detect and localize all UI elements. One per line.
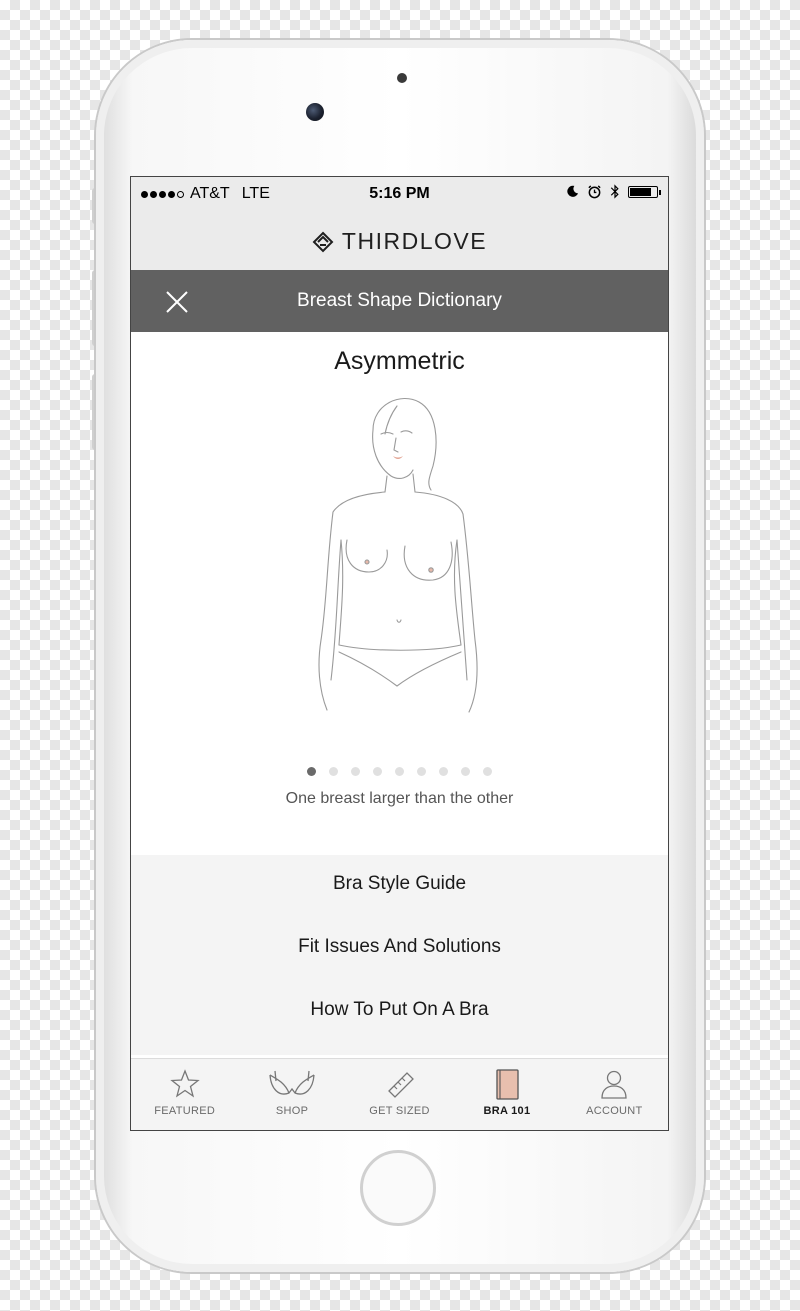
status-icons (566, 184, 661, 199)
bottom-tab-bar: FEATURED SHOP GET SIZED BRA 101 ACCOUNT (131, 1058, 668, 1130)
tab-shop[interactable]: SHOP (238, 1059, 345, 1130)
pager-dot[interactable] (417, 767, 426, 776)
book-icon (496, 1069, 519, 1100)
tab-bra-101-label: BRA 101 (483, 1105, 531, 1117)
page-header: Breast Shape Dictionary (131, 270, 668, 332)
close-icon[interactable] (164, 289, 190, 315)
guide-links: Bra Style Guide Fit Issues And Solutions… (131, 855, 668, 1055)
alarm-icon (588, 185, 601, 199)
pager-dot[interactable] (329, 767, 338, 776)
tab-get-sized-label: GET SIZED (369, 1105, 430, 1117)
breast-shape-illustration (318, 397, 478, 713)
tab-account[interactable]: ACCOUNT (561, 1059, 668, 1130)
star-icon (169, 1069, 200, 1098)
phone-screen: AT&T LTE 5:16 PM THIRDLOVE Breast Shape … (130, 176, 669, 1131)
bluetooth-icon (610, 184, 619, 199)
pager-dot[interactable] (351, 767, 360, 776)
pager-dot[interactable] (439, 767, 448, 776)
tab-shop-label: SHOP (275, 1105, 309, 1117)
status-bar: AT&T LTE 5:16 PM (131, 177, 668, 213)
moon-icon (567, 185, 579, 197)
tab-featured-label: FEATURED (154, 1105, 216, 1117)
page-title: Breast Shape Dictionary (297, 290, 502, 311)
carousel-pager[interactable] (131, 767, 668, 776)
pager-dot[interactable] (483, 767, 492, 776)
battery-icon (628, 185, 661, 198)
shape-title: Asymmetric (334, 347, 465, 375)
user-icon (601, 1070, 627, 1099)
tab-account-label: ACCOUNT (586, 1105, 643, 1117)
tab-get-sized[interactable]: GET SIZED (346, 1059, 453, 1130)
pager-dot[interactable] (373, 767, 382, 776)
thirdlove-logo-icon (312, 231, 334, 252)
pager-dot[interactable] (461, 767, 470, 776)
front-camera (306, 103, 324, 121)
how-to-put-on-bra-link[interactable]: How To Put On A Bra (131, 999, 668, 1021)
pager-dot[interactable] (395, 767, 404, 776)
tab-bra-101[interactable]: BRA 101 (453, 1059, 560, 1130)
home-button[interactable] (360, 1150, 436, 1226)
brand-bar: THIRDLOVE (131, 213, 668, 270)
fit-issues-link[interactable]: Fit Issues And Solutions (131, 936, 668, 958)
bra-icon (269, 1070, 315, 1095)
bra-style-guide-link[interactable]: Bra Style Guide (131, 873, 668, 895)
shape-description: One breast larger than the other (285, 790, 514, 807)
ruler-icon (387, 1072, 414, 1098)
tab-featured[interactable]: FEATURED (131, 1059, 238, 1130)
shape-carousel[interactable]: Asymmetric One breast larger than the ot… (131, 332, 668, 855)
pager-dot[interactable] (307, 767, 316, 776)
proximity-sensor (397, 73, 407, 83)
brand-name: THIRDLOVE (341, 228, 488, 254)
